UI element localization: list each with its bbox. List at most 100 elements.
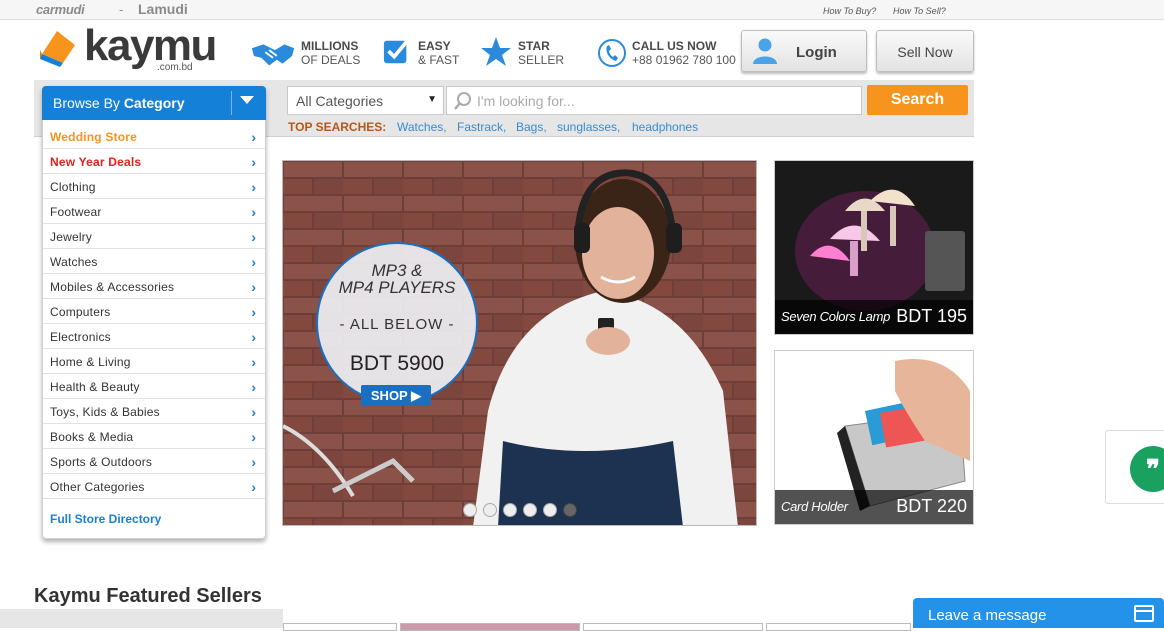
product-name: Card Holder	[781, 499, 848, 514]
carousel-dot[interactable]	[523, 503, 537, 517]
category-item-label: New Year Deals	[50, 155, 142, 169]
top-search-link[interactable]: sunglasses,	[557, 120, 620, 134]
chat-label: Leave a message	[928, 607, 1047, 624]
how-to-sell-link[interactable]: How To Sell?	[893, 6, 946, 16]
category-list: Wedding Store › New Year Deals › Clothing › Fo…	[43, 124, 265, 499]
category-item[interactable]: Electronics ›	[43, 324, 265, 349]
user-icon	[753, 38, 777, 64]
checkbox-icon	[383, 38, 410, 64]
browse-by-text: Browse By	[53, 95, 124, 111]
category-select[interactable]: All Categories ▼	[287, 86, 444, 115]
category-item[interactable]: Clothing ›	[43, 174, 265, 199]
chat-window-icon[interactable]	[1134, 605, 1154, 622]
product-card-lamp[interactable]: Seven Colors Lamp BDT 195	[774, 160, 974, 335]
category-item[interactable]: Toys, Kids & Babies ›	[43, 399, 265, 424]
category-item-label: Other Categories	[50, 480, 145, 494]
quote-icon[interactable]: ❞	[1130, 446, 1164, 492]
category-item[interactable]: Watches ›	[43, 249, 265, 274]
search-input[interactable]	[477, 90, 857, 112]
feature-deals-title: MILLIONS	[301, 39, 359, 53]
top-searches-label: TOP SEARCHES:	[288, 120, 387, 134]
how-to-buy-link[interactable]: How To Buy?	[823, 6, 876, 16]
lamudi-link[interactable]: Lamudi	[138, 1, 188, 17]
category-item[interactable]: Mobiles & Accessories ›	[43, 274, 265, 299]
featured-sellers-title: Kaymu Featured Sellers	[34, 585, 262, 607]
sell-now-label: Sell Now	[897, 44, 953, 60]
feature-easy-title: EASY	[418, 39, 451, 53]
category-item[interactable]: Computers ›	[43, 299, 265, 324]
category-item[interactable]: Footwear ›	[43, 199, 265, 224]
category-item[interactable]: Home & Living ›	[43, 349, 265, 374]
chevron-right-icon: ›	[251, 254, 256, 270]
seller-thumbnail[interactable]	[283, 623, 397, 631]
carmudi-link[interactable]: carmudi	[36, 2, 85, 17]
login-button[interactable]: Login	[741, 30, 867, 72]
kaymu-logo-text[interactable]: kaymu	[84, 24, 217, 68]
category-item-label: Electronics	[50, 330, 111, 344]
category-item[interactable]: Health & Beauty ›	[43, 374, 265, 399]
chevron-right-icon: ›	[251, 154, 256, 170]
seller-thumbnail[interactable]	[400, 623, 580, 631]
kaymu-logo-icon[interactable]	[38, 30, 76, 68]
chevron-right-icon: ›	[251, 454, 256, 470]
carousel-dot[interactable]	[503, 503, 517, 517]
search-button[interactable]: Search	[867, 85, 968, 115]
category-item[interactable]: Books & Media ›	[43, 424, 265, 449]
feature-easy: EASY & FAST	[383, 38, 473, 70]
feature-deals: MILLIONS OF DEALS	[250, 38, 370, 70]
promo-subtitle: - ALL BELOW -	[339, 316, 455, 333]
feature-call: CALL US NOW +88 01962 780 100	[597, 38, 742, 70]
carousel-dot[interactable]	[483, 503, 497, 517]
phone-icon	[598, 39, 626, 67]
category-select-value: All Categories	[296, 93, 384, 109]
category-item[interactable]: New Year Deals ›	[43, 149, 265, 174]
leave-message-chat[interactable]: Leave a message	[913, 598, 1164, 628]
top-search-link[interactable]: Watches,	[397, 120, 447, 134]
category-item-label: Health & Beauty	[50, 380, 140, 394]
feature-star-sub: SELLER	[518, 53, 565, 67]
chevron-right-icon: ›	[251, 229, 256, 245]
category-item[interactable]: Sports & Outdoors ›	[43, 449, 265, 474]
category-item-label: Wedding Store	[50, 130, 138, 144]
sell-now-button[interactable]: Sell Now	[876, 30, 974, 72]
category-item-label: Footwear	[50, 205, 102, 219]
shop-button[interactable]: SHOP ▶	[361, 385, 431, 406]
chevron-right-icon: ›	[251, 429, 256, 445]
header-divider	[231, 91, 232, 115]
seller-thumbnail[interactable]	[766, 623, 911, 631]
chevron-down-icon[interactable]	[240, 96, 254, 104]
top-search-link[interactable]: headphones	[632, 120, 698, 134]
category-item-label: Computers	[50, 305, 111, 319]
side-widget[interactable]: ❞	[1105, 430, 1164, 504]
chevron-right-icon: ›	[251, 204, 256, 220]
category-item-label: Toys, Kids & Babies	[50, 405, 160, 419]
chevron-right-icon: ›	[251, 304, 256, 320]
category-item-label: Books & Media	[50, 430, 134, 444]
chevron-right-icon: ›	[251, 329, 256, 345]
chevron-right-icon: ›	[251, 179, 256, 195]
carousel-dot[interactable]	[563, 503, 577, 517]
category-item-label: Clothing	[50, 180, 96, 194]
product-price: BDT 195	[896, 306, 967, 326]
category-text: Category	[123, 95, 185, 111]
browse-category-header[interactable]: Browse By Category	[42, 86, 266, 120]
brand-separator: -	[119, 2, 124, 17]
top-search-link[interactable]: Bags,	[516, 120, 547, 134]
full-store-directory-link[interactable]: Full Store Directory	[50, 512, 161, 526]
product-card-holder[interactable]: Card Holder BDT 220	[774, 350, 974, 525]
seller-thumbnail[interactable]	[583, 623, 763, 631]
category-item[interactable]: Other Categories ›	[43, 474, 265, 499]
category-item-label: Watches	[50, 255, 98, 269]
feature-call-title: CALL US NOW	[632, 39, 717, 53]
carousel-dot[interactable]	[463, 503, 477, 517]
category-item[interactable]: Jewelry ›	[43, 224, 265, 249]
product-price: BDT 220	[896, 496, 967, 516]
browse-category-title: Browse By Category	[53, 95, 185, 111]
category-item[interactable]: Wedding Store ›	[43, 124, 265, 149]
product-name: Seven Colors Lamp	[781, 309, 891, 324]
top-search-link[interactable]: Fastrack,	[457, 120, 506, 134]
carousel-dot[interactable]	[543, 503, 557, 517]
search-field[interactable]	[446, 86, 862, 115]
featured-sellers-bar	[0, 609, 283, 628]
product-caption: Seven Colors Lamp BDT 195	[775, 300, 973, 334]
